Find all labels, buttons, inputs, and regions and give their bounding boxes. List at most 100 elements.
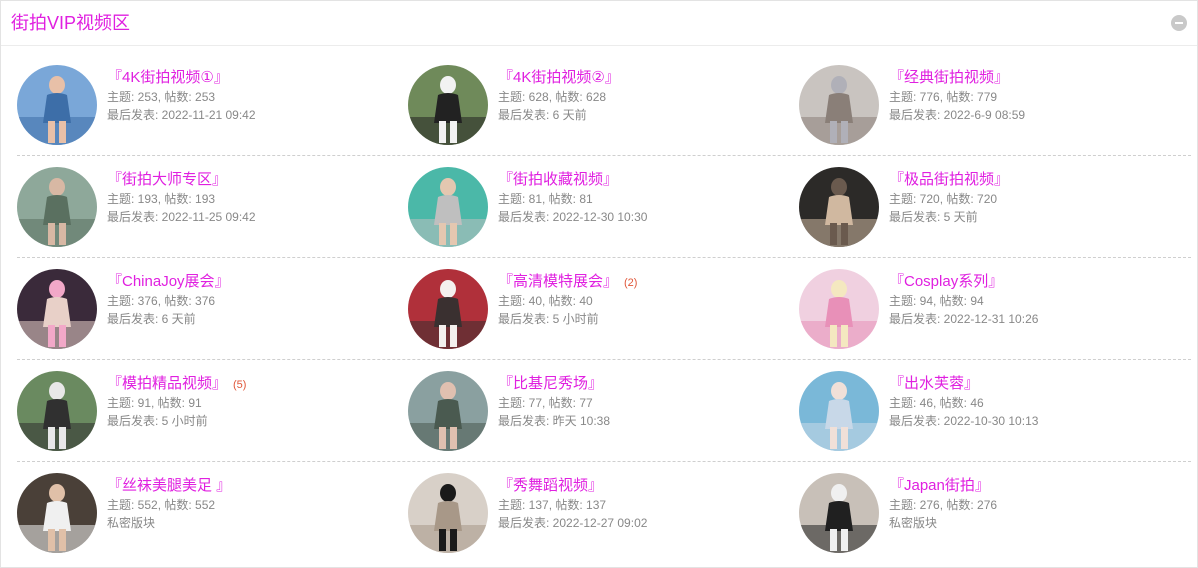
forum-name-link[interactable]: 『ChinaJoy展会』 [107,272,230,292]
forum-title-line: 『Cosplay系列』 [889,269,1189,292]
forum-info: 『高清模特展会』 (2) 主题: 40, 帖数: 40 最后发表: 5 小时前 [498,269,798,328]
forum-thumbnail-image[interactable] [408,167,488,247]
forum-name-link[interactable]: 『模拍精品视频』 [107,374,227,394]
forum-stats: 主题: 552, 帖数: 552 [107,498,216,512]
forum-last-post: 最后发表: 6 天前 [498,108,587,122]
forum-thumbnail-image[interactable] [408,473,488,553]
panel-header: 街拍VIP视频区 [1,1,1197,46]
forum-stats: 主题: 137, 帖数: 137 [498,498,607,512]
forum-name-link[interactable]: 『街拍收藏视频』 [498,170,618,190]
forum-last-post: 最后发表: 5 天前 [889,210,978,224]
forum-info: 『丝袜美腿美足 』主题: 552, 帖数: 552 私密版块 [107,473,407,532]
forum-name-link[interactable]: 『经典街拍视频』 [889,68,1009,88]
forum-title-line: 『模拍精品视频』 (5) [107,371,407,394]
forum-last-post: 最后发表: 2022-12-27 09:02 [498,516,648,530]
forum-thumbnail-image[interactable] [17,473,97,553]
forum-info: 『ChinaJoy展会』 主题: 376, 帖数: 376 最后发表: 6 天前 [107,269,407,328]
forum-name-link[interactable]: 『丝袜美腿美足 』 [107,476,231,496]
forum-name-link[interactable]: 『Cosplay系列』 [889,272,1003,292]
forum-stats: 主题: 720, 帖数: 720 [889,192,998,206]
forum-last-post: 最后发表: 5 小时前 [498,312,599,326]
forum-thumbnail-image[interactable] [408,371,488,451]
forum-info: 『Japan街拍』 主题: 276, 帖数: 276 私密版块 [889,473,1189,532]
forum-name-link[interactable]: 『极品街拍视频』 [889,170,1009,190]
forum-info: 『比基尼秀场』 主题: 77, 帖数: 77 最后发表: 昨天 10:38 [498,371,798,430]
forum-stats: 主题: 776, 帖数: 779 [889,90,998,104]
forum-thumbnail-image[interactable] [799,269,879,349]
forum-info: 『模拍精品视频』 (5) 主题: 91, 帖数: 91 最后发表: 5 小时前 [107,371,407,430]
forum-thumbnail-image[interactable] [799,473,879,553]
forum-stats: 主题: 193, 帖数: 193 [107,192,216,206]
forum-info: 『经典街拍视频』主题: 776, 帖数: 779 最后发表: 2022-6-9 0… [889,65,1189,124]
forum-thumbnail-image[interactable] [17,371,97,451]
forum-thumbnail-image[interactable] [799,167,879,247]
forum-thumbnail-image[interactable] [799,371,879,451]
forum-row: 『模拍精品视频』 (5) 主题: 91, 帖数: 91 最后发表: 5 小时前 『比基尼… [17,361,1191,462]
forum-stats: 主题: 46, 帖数: 46 [889,396,984,410]
forum-info: 『街拍收藏视频』 主题: 81, 帖数: 81 最后发表: 2022-12-30 1… [498,167,798,226]
forum-title-line: 『出水芙蓉』 [889,371,1189,394]
forum-thumbnail-image[interactable] [17,269,97,349]
forum-thumbnail-image[interactable] [408,65,488,145]
forum-info: 『街拍大师专区』主题: 193, 帖数: 193 最后发表: 2022-11-25… [107,167,407,226]
forum-info: 『秀舞蹈视频』主题: 137, 帖数: 137 最后发表: 2022-12-27 … [498,473,798,532]
forum-item: 『比基尼秀场』 主题: 77, 帖数: 77 最后发表: 昨天 10:38 [408,371,798,451]
forum-row: 『ChinaJoy展会』 主题: 376, 帖数: 376 最后发表: 6 天前 『高… [17,259,1191,360]
forum-title-line: 『丝袜美腿美足 』 [107,473,407,496]
forum-item: 『极品街拍视频』主题: 720, 帖数: 720 最后发表: 5 天前 [799,167,1189,247]
forum-name-link[interactable]: 『4K街拍视频②』 [498,68,620,88]
forum-stats: 主题: 40, 帖数: 40 [498,294,593,308]
forum-title-line: 『街拍收藏视频』 [498,167,798,190]
new-post-count: (5) [233,379,247,391]
forum-name-link[interactable]: 『街拍大师专区』 [107,170,227,190]
forum-last-post: 最后发表: 6 天前 [107,312,196,326]
forum-title-line: 『Japan街拍』 [889,473,1189,496]
forum-item: 『Japan街拍』 主题: 276, 帖数: 276 私密版块 [799,473,1189,553]
forum-item: 『模拍精品视频』 (5) 主题: 91, 帖数: 91 最后发表: 5 小时前 [17,371,407,451]
forum-item: 『ChinaJoy展会』 主题: 376, 帖数: 376 最后发表: 6 天前 [17,269,407,349]
forum-row: 『丝袜美腿美足 』主题: 552, 帖数: 552 私密版块 『秀舞蹈视频』 主题: … [17,463,1191,563]
forum-stats: 主题: 253, 帖数: 253 [107,90,216,104]
forum-title-line: 『4K街拍视频①』 [107,65,407,88]
forum-info: 『Cosplay系列』主题: 94, 帖数: 94 最后发表: 2022-12-3… [889,269,1189,328]
forum-item: 『Cosplay系列』主题: 94, 帖数: 94 最后发表: 2022-12-3… [799,269,1189,349]
forum-thumbnail-image[interactable] [17,167,97,247]
forum-last-post: 最后发表: 2022-6-9 08:59 [889,108,1026,122]
forum-row: 『4K街拍视频①』主题: 253, 帖数: 253 最后发表: 2022-11-2… [17,55,1191,156]
forum-last-post: 最后发表: 2022-10-30 10:13 [889,414,1039,428]
forum-item: 『4K街拍视频①』主题: 253, 帖数: 253 最后发表: 2022-11-2… [17,65,407,145]
forum-thumbnail-image[interactable] [799,65,879,145]
forum-title-line: 『秀舞蹈视频』 [498,473,798,496]
forum-info: 『4K街拍视频①』主题: 253, 帖数: 253 最后发表: 2022-11-2… [107,65,407,124]
forum-info: 『极品街拍视频』主题: 720, 帖数: 720 最后发表: 5 天前 [889,167,1189,226]
forum-item: 『经典街拍视频』主题: 776, 帖数: 779 最后发表: 2022-6-9 0… [799,65,1189,145]
forum-last-post: 最后发表: 2022-11-21 09:42 [107,108,256,122]
forum-item: 『丝袜美腿美足 』主题: 552, 帖数: 552 私密版块 [17,473,407,553]
forum-last-post: 最后发表: 2022-12-31 10:26 [889,312,1039,326]
forum-item: 『4K街拍视频②』 主题: 628, 帖数: 628 最后发表: 6 天前 [408,65,798,145]
forum-info: 『出水芙蓉』主题: 46, 帖数: 46 最后发表: 2022-10-30 10:… [889,371,1189,430]
new-post-count: (2) [624,277,638,289]
forum-item: 『秀舞蹈视频』主题: 137, 帖数: 137 最后发表: 2022-12-27 … [408,473,798,553]
forum-thumbnail-image[interactable] [17,65,97,145]
category-title[interactable]: 街拍VIP视频区 [11,11,130,35]
forum-name-link[interactable]: 『比基尼秀场』 [498,374,603,394]
forum-name-link[interactable]: 『4K街拍视频①』 [107,68,229,88]
forum-title-line: 『街拍大师专区』 [107,167,407,190]
forum-last-post: 最后发表: 2022-11-25 09:42 [107,210,256,224]
forum-stats: 主题: 94, 帖数: 94 [889,294,984,308]
forum-thumbnail-image[interactable] [408,269,488,349]
forum-item: 『出水芙蓉』主题: 46, 帖数: 46 最后发表: 2022-10-30 10:… [799,371,1189,451]
forum-name-link[interactable]: 『Japan街拍』 [889,476,990,496]
forum-row: 『街拍大师专区』主题: 193, 帖数: 193 最后发表: 2022-11-25… [17,157,1191,258]
forum-grid: 『4K街拍视频①』主题: 253, 帖数: 253 最后发表: 2022-11-2… [17,55,1191,564]
forum-stats: 主题: 91, 帖数: 91 [107,396,202,410]
forum-name-link[interactable]: 『秀舞蹈视频』 [498,476,603,496]
forum-name-link[interactable]: 『出水芙蓉』 [889,374,979,394]
forum-stats: 主题: 81, 帖数: 81 [498,192,593,206]
forum-name-link[interactable]: 『高清模特展会』 [498,272,618,292]
collapse-icon[interactable] [1171,15,1187,31]
forum-title-line: 『4K街拍视频②』 [498,65,798,88]
forum-item: 『街拍大师专区』主题: 193, 帖数: 193 最后发表: 2022-11-25… [17,167,407,247]
forum-title-line: 『高清模特展会』 (2) [498,269,798,292]
